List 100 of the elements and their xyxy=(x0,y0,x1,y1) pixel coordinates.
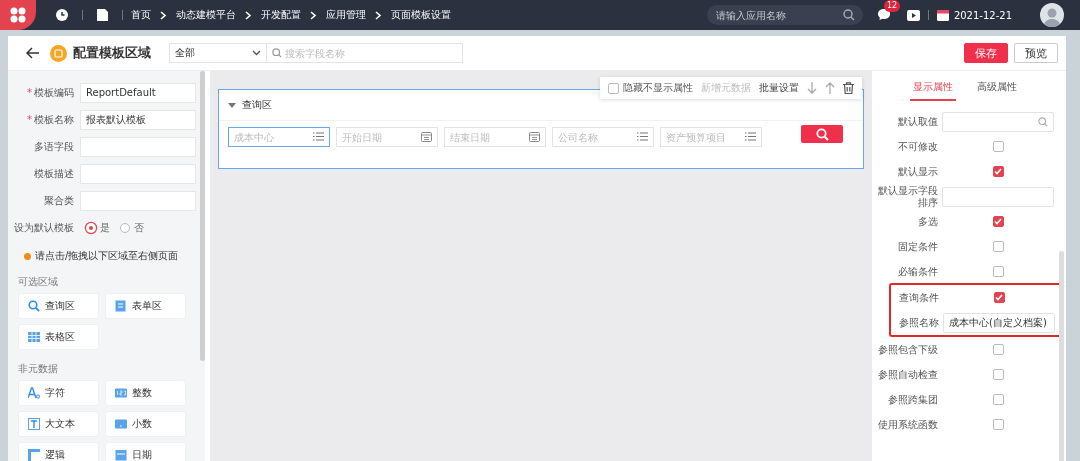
component-tile[interactable]: 小数 xyxy=(105,411,186,437)
breadcrumb-link[interactable]: 开发配置 xyxy=(261,8,301,22)
filter-dropdown[interactable]: 全部 xyxy=(169,43,267,63)
property-label: 默认显示字段排序 xyxy=(877,184,939,209)
app-logo[interactable] xyxy=(0,0,36,30)
chevron-right-icon xyxy=(160,10,167,20)
property-label: 默认取值 xyxy=(897,115,939,128)
component-tile[interactable]: 逻辑 xyxy=(18,442,99,461)
preview-button[interactable]: 预览 xyxy=(1014,43,1058,63)
checkbox[interactable] xyxy=(992,266,1004,277)
date-text: 2021-12-21 xyxy=(953,9,1012,21)
checkbox[interactable] xyxy=(992,241,1004,252)
back-arrow-icon[interactable] xyxy=(26,47,40,59)
chat-icon[interactable] xyxy=(876,7,891,21)
checkbox[interactable] xyxy=(992,394,1004,405)
component-tile[interactable]: 表格区 xyxy=(18,324,99,350)
list-icon[interactable] xyxy=(637,132,648,141)
caret-icon xyxy=(252,50,261,56)
calendar-icon[interactable] xyxy=(421,132,432,142)
property-label: 参照跨集团 xyxy=(887,393,939,406)
property-label: 必输条件 xyxy=(897,265,939,278)
checkbox[interactable] xyxy=(992,166,1004,177)
input-field[interactable]: 报表默认模板 xyxy=(80,109,196,130)
trash-icon[interactable] xyxy=(843,82,854,94)
tab[interactable]: 显示属性 xyxy=(910,75,956,101)
checkbox[interactable] xyxy=(993,292,1005,303)
field-label: 多语字段 xyxy=(33,139,75,154)
input-field[interactable] xyxy=(80,190,196,211)
property-label: 不可修改 xyxy=(897,140,939,153)
section-title: 非元数据 xyxy=(17,362,59,376)
query-input-field[interactable]: 成本中心 xyxy=(228,127,330,147)
save-button[interactable]: 保存 xyxy=(964,43,1008,63)
field-label: * 模板编码 xyxy=(26,85,75,100)
collapse-caret-icon[interactable] xyxy=(228,102,236,108)
chevron-right-icon xyxy=(310,10,317,20)
tab[interactable]: 高级属性 xyxy=(974,75,1020,101)
list-icon[interactable] xyxy=(745,132,756,141)
page-title: 配置模板区域 xyxy=(73,44,152,62)
breadcrumb-link[interactable]: 应用管理 xyxy=(326,8,366,22)
checkbox[interactable] xyxy=(992,419,1004,430)
checkbox[interactable] xyxy=(992,369,1004,380)
app-search-field[interactable]: 请输入应用名称 xyxy=(706,5,863,25)
input-field[interactable]: ReportDefault xyxy=(80,82,196,103)
section-title: 可选区域 xyxy=(17,275,59,289)
arrow-down-icon[interactable] xyxy=(807,82,817,94)
search-icon xyxy=(28,300,40,312)
input-field[interactable] xyxy=(942,186,1054,207)
radio-label: 是 xyxy=(100,220,110,235)
page-icon xyxy=(50,44,67,62)
field-label: 模板描述 xyxy=(33,166,75,181)
calendar-icon xyxy=(115,449,127,461)
input-field[interactable]: 成本中心(自定义档案) xyxy=(943,312,1055,333)
component-tile[interactable]: 查询区 xyxy=(18,293,99,319)
component-tile[interactable]: 字符 xyxy=(18,380,99,406)
component-tile[interactable]: 大文本 xyxy=(18,411,99,437)
scrollbar[interactable] xyxy=(1059,251,1064,461)
property-label: 固定条件 xyxy=(897,240,939,253)
property-label: 使用系统函数 xyxy=(877,418,939,431)
field-label: 设为默认模板 xyxy=(14,220,75,235)
input-field[interactable] xyxy=(80,136,196,157)
video-icon[interactable] xyxy=(906,9,920,21)
checkbox[interactable] xyxy=(992,344,1004,355)
property-label: 默认显示 xyxy=(897,165,939,178)
number-icon xyxy=(115,387,127,399)
letter-icon xyxy=(28,387,40,399)
list-icon[interactable] xyxy=(313,132,324,141)
property-label: 参照包含下级 xyxy=(877,343,939,356)
chevron-right-icon xyxy=(245,10,252,20)
field-search[interactable]: 搜索字段名称 xyxy=(267,43,463,63)
decimal-icon xyxy=(115,418,127,430)
clock-icon[interactable] xyxy=(56,9,68,21)
breadcrumb-link[interactable]: 首页 xyxy=(131,8,151,22)
radio-button[interactable] xyxy=(120,222,130,233)
search-icon xyxy=(1038,116,1048,127)
panel-title: 查询区 xyxy=(242,98,272,112)
search-icon xyxy=(272,48,282,58)
checkbox[interactable] xyxy=(992,141,1004,152)
search-icon[interactable] xyxy=(842,9,855,21)
text-icon xyxy=(28,418,40,430)
breadcrumb-link[interactable]: 动态建模平台 xyxy=(176,8,236,22)
component-tile[interactable]: 整数 xyxy=(105,380,186,406)
document-icon[interactable] xyxy=(97,9,108,21)
square-icon xyxy=(28,449,40,461)
hint-text: 请点击/拖拽以下区域至右侧页面 xyxy=(35,249,179,263)
component-tile[interactable]: 日期 xyxy=(105,442,186,461)
scrollbar[interactable] xyxy=(200,71,205,361)
checkbox[interactable] xyxy=(608,82,619,94)
input-field[interactable] xyxy=(80,163,196,184)
calendar-icon xyxy=(936,9,949,21)
breadcrumb-link[interactable]: 页面模板设置 xyxy=(391,8,451,22)
field-label: * 模板名称 xyxy=(26,112,75,127)
search-field[interactable] xyxy=(942,111,1054,132)
calendar-icon[interactable] xyxy=(529,132,540,142)
search-icon xyxy=(815,127,829,141)
checkbox[interactable] xyxy=(992,216,1004,227)
arrow-up-icon[interactable] xyxy=(825,82,835,94)
component-tile[interactable]: 表单区 xyxy=(105,293,186,319)
property-label: 多选 xyxy=(917,215,939,228)
search-button[interactable] xyxy=(801,125,843,143)
avatar-silhouette[interactable] xyxy=(1040,3,1064,27)
